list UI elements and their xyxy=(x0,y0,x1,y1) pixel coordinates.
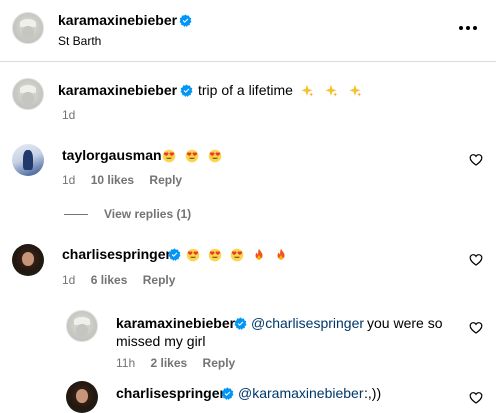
heart-eyes-emoji-icon xyxy=(208,248,222,262)
reply-button[interactable]: Reply xyxy=(203,356,236,370)
reply-username[interactable]: karamaxinebieber xyxy=(116,315,235,331)
header-username[interactable]: karamaxinebieber xyxy=(58,12,177,28)
reply-button[interactable]: Reply xyxy=(143,273,176,287)
fire-emoji-icon xyxy=(277,248,285,261)
comment-time[interactable]: 1d xyxy=(62,273,75,287)
view-replies-label: View replies (1) xyxy=(104,207,192,221)
view-replies-button[interactable]: View replies (1) xyxy=(64,207,191,221)
comment-username[interactable]: charlisespringer xyxy=(62,246,171,262)
reply-mention-link[interactable]: @karamaxinebieber xyxy=(238,385,364,401)
comment-username[interactable]: taylorgausman xyxy=(62,147,162,163)
post-header: karamaxinebieber St Barth xyxy=(0,0,496,62)
reply-meta: 11h 2 likes Reply xyxy=(116,356,235,370)
verified-badge-icon xyxy=(221,387,234,400)
avatar[interactable] xyxy=(12,12,44,44)
heart-eyes-emoji-icon xyxy=(230,248,244,262)
reply-mention-link[interactable]: @charlisespringer xyxy=(251,315,364,331)
comment-likes[interactable]: 6 likes xyxy=(91,273,128,287)
like-heart-icon[interactable] xyxy=(469,153,483,166)
avatar[interactable] xyxy=(12,244,44,276)
heart-eyes-emoji-icon xyxy=(208,149,222,163)
verified-badge-icon xyxy=(179,14,192,27)
comment-emojis xyxy=(162,147,222,163)
reply-text: :,)) xyxy=(364,385,382,401)
reply-text: you were so xyxy=(367,315,443,331)
comment-time[interactable]: 1d xyxy=(62,173,75,187)
avatar[interactable] xyxy=(66,310,98,342)
divider-line xyxy=(64,214,88,216)
comment-meta: 1d 6 likes Reply xyxy=(62,273,175,287)
comment-likes[interactable]: 10 likes xyxy=(91,173,134,187)
like-heart-icon[interactable] xyxy=(469,391,483,404)
reply-button[interactable]: Reply xyxy=(149,173,182,187)
caption-text: trip of a lifetime xyxy=(198,82,293,98)
verified-badge-icon xyxy=(168,248,181,261)
heart-eyes-emoji-icon xyxy=(186,248,200,262)
more-options-icon[interactable] xyxy=(458,23,478,33)
verified-badge-icon xyxy=(234,317,247,330)
sparkles-emoji-icon xyxy=(349,84,362,97)
reply-likes[interactable]: 2 likes xyxy=(150,356,187,370)
like-heart-icon[interactable] xyxy=(469,253,483,266)
caption-username[interactable]: karamaxinebieber xyxy=(58,82,177,98)
avatar[interactable] xyxy=(66,381,98,413)
comment-emojis xyxy=(186,246,288,262)
caption-time[interactable]: 1d xyxy=(62,108,75,122)
heart-eyes-emoji-icon xyxy=(185,149,199,163)
sparkles-emoji-icon xyxy=(325,84,338,97)
like-heart-icon[interactable] xyxy=(469,321,483,334)
fire-emoji-icon xyxy=(255,248,263,261)
reply-username[interactable]: charlisespringer xyxy=(116,385,225,401)
avatar[interactable] xyxy=(12,78,44,110)
verified-badge-icon xyxy=(180,84,193,97)
comment-meta: 1d 10 likes Reply xyxy=(62,173,182,187)
heart-eyes-emoji-icon xyxy=(162,149,176,163)
caption-emojis xyxy=(300,82,362,98)
header-location[interactable]: St Barth xyxy=(58,34,101,48)
sparkles-emoji-icon xyxy=(301,84,314,97)
reply-time[interactable]: 11h xyxy=(116,356,135,370)
reply-text-continued: missed my girl xyxy=(116,333,206,349)
avatar[interactable] xyxy=(12,144,44,176)
